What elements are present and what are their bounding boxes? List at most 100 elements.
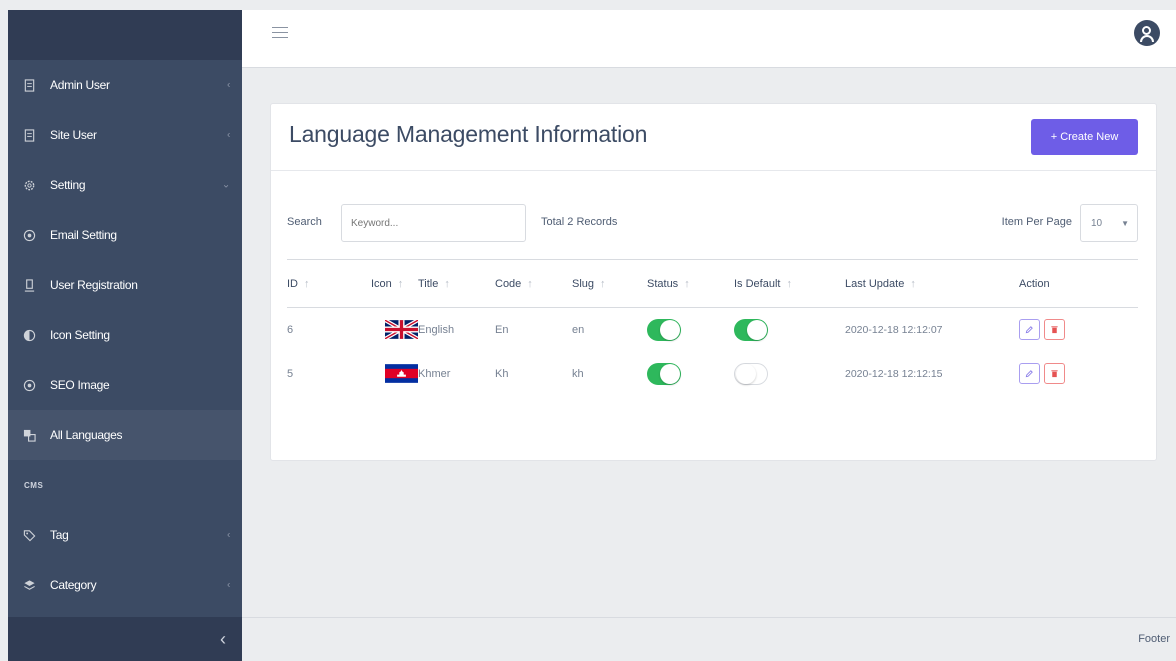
tag-icon [22,528,36,542]
sidebar-section-cms: CMS [24,480,44,490]
sidebar-item-label: User Registration [50,278,138,292]
column-header-code[interactable]: Code ↑ [495,259,572,308]
chevron-left-icon: ‹ [226,529,230,541]
search-input[interactable] [341,204,526,242]
items-per-page-label: Item Per Page [1001,216,1072,228]
sidebar-item-all-languages[interactable]: All Languages [8,410,242,460]
cell-status [647,352,734,396]
chevron-left-icon: ‹ [226,129,230,141]
column-header-slug[interactable]: Slug ↑ [572,259,647,308]
edit-button[interactable] [1019,319,1040,341]
footer-text: Footer [1138,633,1170,645]
sidebar-item-label: Email Setting [50,228,117,242]
gear-icon [22,178,36,192]
hamburger-icon[interactable] [272,27,288,39]
top-header [242,10,1176,68]
language-icon [22,428,36,442]
footer: Footer [242,617,1176,661]
status-toggle[interactable] [647,318,681,341]
sidebar-minimize-button[interactable]: ‹ [8,617,242,661]
table-toolbar: Search Total 2 Records Item Per Page 10 … [287,204,1138,242]
pencil-icon [1025,370,1033,378]
document-icon [22,78,36,92]
cell-action [1019,308,1138,352]
cell-is-default [734,308,845,352]
cell-code: En [495,323,509,336]
language-card: Language Management Information + Create… [270,103,1157,461]
is-default-toggle[interactable] [734,318,768,341]
cell-last-update: 2020-12-18 12:12:15 [845,367,943,380]
cell-code: Kh [495,367,509,380]
cell-title: English [418,323,455,336]
sort-icon: ↑ [684,277,690,290]
delete-button[interactable] [1044,319,1066,341]
sort-icon: ↑ [397,277,404,290]
edit-button[interactable] [1019,363,1040,384]
sidebar-item-category[interactable]: Category ‹ [8,560,242,610]
user-icon [22,278,36,292]
uk-flag-icon [385,320,418,340]
sidebar-item-seo-image[interactable]: SEO Image [8,360,242,410]
column-header-id[interactable]: ID ↑ [287,259,339,308]
trash-icon [1051,326,1058,334]
sidebar-brand [8,10,242,60]
sort-icon: ↑ [444,277,450,290]
chevron-left-icon: ‹ [226,579,230,591]
pencil-icon [1025,326,1033,334]
cell-title: Khmer [418,367,451,380]
search-label: Search [287,216,322,228]
sidebar-item-tag[interactable]: Tag ‹ [8,510,242,560]
card-header: Language Management Information + Create… [271,104,1156,171]
sort-icon: ↑ [786,277,792,290]
column-header-icon[interactable]: Icon ↑ [339,259,418,308]
cell-is-default [734,352,845,396]
status-toggle[interactable] [647,362,681,385]
sort-icon: ↑ [304,277,310,290]
sidebar-item-label: Category [50,578,97,592]
create-new-button[interactable]: + Create New [1031,119,1138,155]
table-row: 6 English En en 2020-12-18 12:12:07 [287,308,1138,352]
cell-status [647,308,734,352]
caret-down-icon: ▼ [1121,219,1129,228]
sidebar-item-label: All Languages [50,428,123,442]
delete-button[interactable] [1044,363,1066,384]
column-header-status[interactable]: Status ↑ [647,259,734,308]
sidebar-item-label: SEO Image [50,378,110,392]
contrast-icon [22,328,36,342]
is-default-toggle[interactable] [734,362,768,385]
sidebar-item-site-user[interactable]: Site User ‹ [8,110,242,160]
total-records: Total 2 Records [541,216,618,228]
cell-slug: en [572,323,585,336]
column-header-last-update[interactable]: Last Update ↑ [845,259,1019,308]
cell-id: 5 [287,367,294,380]
items-per-page-value: 10 [1091,217,1103,229]
cell-id: 6 [287,323,294,336]
sidebar: Admin User ‹ Site User ‹ Setting ⌄ Email… [8,10,242,661]
sidebar-item-icon-setting[interactable]: Icon Setting [8,310,242,360]
sidebar-item-user-registration[interactable]: User Registration [8,260,242,310]
languages-table: ID ↑ Icon ↑ Title ↑ Code ↑ Slug ↑ Status ↑ Is … [287,259,1138,396]
sort-icon: ↑ [527,277,533,290]
globe-icon [22,228,36,242]
sidebar-item-admin-user[interactable]: Admin User ‹ [8,60,242,110]
items-per-page-select[interactable]: 10 ▼ [1080,204,1138,242]
column-header-is-default[interactable]: Is Default ↑ [734,259,845,308]
cell-action [1019,352,1138,396]
chevron-left-icon: ‹ [226,79,230,91]
sort-icon: ↑ [600,277,606,290]
user-avatar-icon[interactable] [1134,20,1160,46]
sidebar-item-setting[interactable]: Setting ⌄ [8,160,242,210]
sort-icon: ↑ [910,277,916,290]
column-header-action: Action [1019,259,1138,308]
document-icon [22,128,36,142]
sidebar-nav: Admin User ‹ Site User ‹ Setting ⌄ Email… [8,60,242,610]
sidebar-item-email-setting[interactable]: Email Setting [8,210,242,260]
layers-icon [22,578,36,592]
cell-last-update: 2020-12-18 12:12:07 [845,323,943,336]
table-row: 5 Khmer Kh kh 2020-12-18 12:12:15 [287,352,1138,396]
sidebar-item-label: Tag [50,528,69,542]
cell-icon [339,308,418,352]
chevron-left-icon: ‹ [220,628,226,649]
sidebar-item-label: Site User [50,128,97,142]
column-header-title[interactable]: Title ↑ [418,259,495,308]
